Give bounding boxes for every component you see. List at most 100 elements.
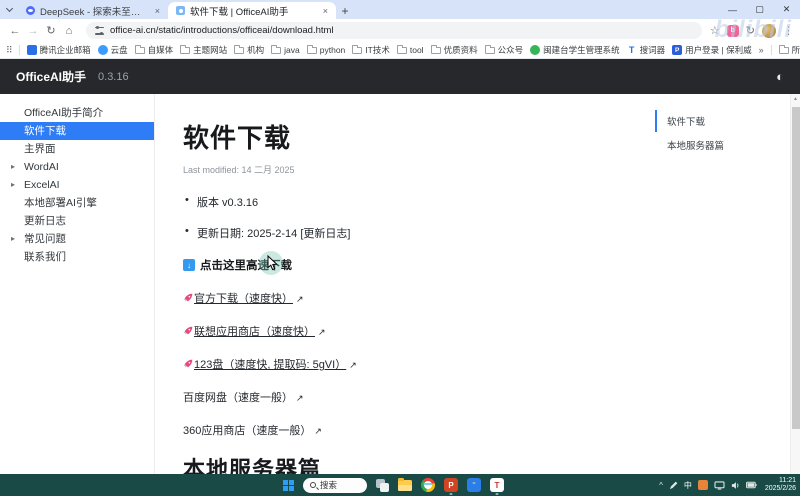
bookmark-folder[interactable]: 优质资料: [431, 44, 478, 56]
address-bar[interactable]: office-ai.cn/static/introductions/office…: [86, 22, 702, 39]
sidebar-item-intro[interactable]: OfficeAI助手简介: [0, 104, 154, 122]
folder-icon: [234, 47, 244, 54]
bookmark-folder[interactable]: 自媒体: [135, 44, 174, 56]
taskbar-search[interactable]: 搜索: [303, 478, 367, 493]
sidebar-item-local-ai[interactable]: 本地部署AI引擎: [0, 194, 154, 212]
bookmark-item[interactable]: T搜词器: [627, 44, 666, 56]
bookmarks-bar: ⠿ 腾讯企业邮箱 云盘 自媒体 主题网站 机构 java python IT技术…: [0, 42, 800, 59]
sidebar-item-faq[interactable]: ▸常见问题: [0, 230, 154, 248]
bookmark-item[interactable]: 腾讯企业邮箱: [27, 44, 91, 56]
battery-icon[interactable]: [746, 481, 757, 489]
tab-close-icon[interactable]: ×: [321, 6, 330, 16]
maximize-button[interactable]: ▢: [746, 0, 773, 19]
home-button[interactable]: ⌂: [60, 25, 78, 37]
task-view-button[interactable]: [376, 479, 389, 492]
bookmark-folder[interactable]: java: [271, 45, 300, 55]
tab-title: DeepSeek - 探索未至之境: [40, 4, 148, 18]
sidebar-item-contact[interactable]: 联系我们: [0, 248, 154, 266]
bookmark-folder[interactable]: IT技术: [352, 44, 390, 56]
url-text[interactable]: office-ai.cn/static/introductions/office…: [110, 25, 334, 36]
dark-mode-toggle-icon[interactable]: ◐: [776, 69, 784, 84]
bookmark-label: 优质资料: [444, 44, 478, 56]
bookmark-star-icon[interactable]: ☆: [710, 24, 720, 37]
powerpoint-icon[interactable]: P: [444, 478, 458, 492]
list-item-update: 更新日期: 2025-2-14 [更新日志]: [183, 225, 635, 241]
page-scrollbar[interactable]: ▲: [790, 94, 800, 474]
chevron-right-icon: ▸: [11, 230, 15, 248]
bookmark-label: 搜词器: [640, 44, 666, 56]
fast-download-row[interactable]: ↓ 点击这里高速下载: [183, 257, 292, 273]
bookmarks-overflow-icon[interactable]: »: [759, 45, 764, 55]
scroll-up-arrow-icon[interactable]: ▲: [791, 96, 800, 102]
bookmark-folder[interactable]: 公众号: [485, 44, 524, 56]
sidebar-item-excelai[interactable]: ▸ExcelAI: [0, 176, 154, 194]
extension-icon[interactable]: b: [727, 25, 739, 37]
bookmark-folder[interactable]: python: [307, 45, 346, 55]
scrollbar-thumb[interactable]: [792, 107, 800, 429]
profile-avatar[interactable]: [762, 24, 776, 38]
back-button[interactable]: ←: [6, 25, 24, 37]
chevron-right-icon: ▸: [11, 176, 15, 194]
t-app-icon[interactable]: T: [490, 478, 504, 492]
bookmark-folder[interactable]: 主题网站: [180, 44, 227, 56]
bookmark-item[interactable]: 闽建台学生管理系统: [530, 44, 620, 56]
rocket-icon: [183, 293, 193, 306]
new-tab-button[interactable]: +: [336, 2, 354, 19]
bookmark-label: 云盘: [111, 44, 128, 56]
hidden-icons-chevron[interactable]: ^: [659, 481, 663, 490]
sidebar-item-changelog[interactable]: 更新日志: [0, 212, 154, 230]
sync-icon[interactable]: ↻: [746, 24, 755, 37]
start-button[interactable]: [283, 480, 294, 491]
clock-date: 2025/2/26: [765, 485, 796, 492]
bookmark-label: 主题网站: [193, 44, 227, 56]
sidebar-item-wordai[interactable]: ▸WordAI: [0, 158, 154, 176]
rocket-icon: [183, 326, 193, 339]
site-title[interactable]: OfficeAI助手: [16, 68, 86, 85]
tab-search-chevron-icon[interactable]: [0, 0, 18, 19]
link-123pan[interactable]: 123盘（速度快, 提取码: 5gVI）↗: [183, 356, 357, 372]
system-tray: ^ 中 11:21 2025/2/26: [659, 474, 796, 496]
site-info-icon[interactable]: [95, 27, 104, 35]
ime-indicator[interactable]: 中: [684, 480, 692, 491]
forward-button[interactable]: →: [24, 25, 42, 37]
bookmark-item[interactable]: P用户登录 | 保利威: [672, 44, 751, 56]
sidebar-item-download[interactable]: 软件下载: [0, 122, 154, 140]
file-explorer-icon[interactable]: [398, 480, 412, 491]
sidebar-item-main-ui[interactable]: 主界面: [0, 140, 154, 158]
link-label: 联想应用商店（速度快）: [194, 326, 315, 338]
sidebar-item-label: OfficeAI助手简介: [24, 107, 103, 119]
tab-officeai-download[interactable]: 软件下载 | OfficeAI助手 ×: [168, 2, 336, 19]
all-bookmarks-button[interactable]: 所有书签: [779, 44, 800, 56]
link-official-download[interactable]: 官方下载（速度快）↗: [183, 290, 304, 306]
link-360-store[interactable]: 360应用商店（速度一般）↗: [183, 422, 322, 438]
info-list: 版本 v0.3.16 更新日期: 2025-2-14 [更新日志]: [183, 194, 635, 241]
close-button[interactable]: ✕: [773, 0, 800, 19]
t-site-icon: T: [627, 45, 637, 55]
bookmark-label: 腾讯企业邮箱: [40, 44, 91, 56]
toc-item-download[interactable]: 软件下载: [655, 110, 800, 132]
minimize-button[interactable]: —: [719, 0, 746, 19]
taskbar-clock[interactable]: 11:21 2025/2/26: [765, 477, 796, 494]
all-bookmarks-label: 所有书签: [792, 44, 800, 56]
orange-tray-icon[interactable]: [698, 480, 708, 490]
search-icon: [310, 482, 316, 488]
display-icon[interactable]: [714, 481, 725, 490]
pen-tray-icon[interactable]: [669, 481, 678, 490]
link-lenovo-store[interactable]: 联想应用商店（速度快）↗: [183, 323, 326, 339]
changelog-link[interactable]: [更新日志]: [300, 228, 350, 240]
tab-deepseek[interactable]: DeepSeek - 探索未至之境 ×: [18, 2, 168, 19]
bookmark-folder[interactable]: 机构: [234, 44, 264, 56]
volume-icon[interactable]: [731, 481, 740, 490]
link-baidu-pan[interactable]: 百度网盘（速度一般）↗: [183, 389, 304, 405]
chrome-icon[interactable]: [421, 478, 435, 492]
divider: [19, 45, 20, 55]
bookmark-item[interactable]: 云盘: [98, 44, 128, 56]
tab-close-icon[interactable]: ×: [153, 6, 162, 16]
bookmark-folder[interactable]: tool: [397, 45, 424, 55]
folder-icon: [779, 47, 789, 54]
blue-app-icon[interactable]: [467, 478, 481, 492]
apps-grid-icon[interactable]: ⠿: [6, 45, 12, 56]
reload-button[interactable]: ↻: [42, 24, 60, 37]
browser-menu-icon[interactable]: ⋮: [783, 24, 794, 37]
toc-item-local-server[interactable]: 本地服务器篇: [655, 134, 800, 156]
